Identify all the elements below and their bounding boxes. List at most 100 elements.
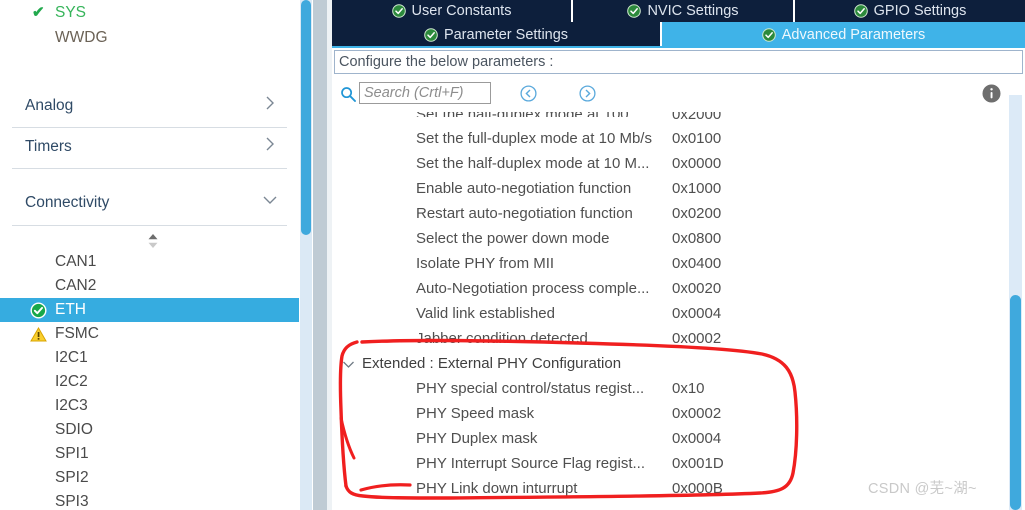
panel-divider <box>313 0 327 510</box>
csdn-watermark: CSDN @芜~湖~ <box>868 481 977 497</box>
peripheral-label: SPI1 <box>55 445 89 462</box>
tab-label: GPIO Settings <box>873 3 967 19</box>
configure-banner: Configure the below parameters : <box>334 50 1023 74</box>
check-icon: ✔ <box>32 4 45 21</box>
search-input-wrapper[interactable] <box>359 82 491 104</box>
table-row[interactable]: Isolate PHY from MII 0x0400 <box>332 251 1025 276</box>
tab-parameter-settings[interactable]: Parameter Settings <box>332 22 662 47</box>
table-row[interactable]: Enable auto-negotiation function 0x1000 <box>332 176 1025 201</box>
tab-nvic-settings[interactable]: NVIC Settings <box>573 0 795 22</box>
chevron-down-icon[interactable] <box>342 358 355 371</box>
parameters-scrollbar-thumb[interactable] <box>1010 295 1021 510</box>
parameter-value: 0x0100 <box>672 130 722 147</box>
parameter-name: Select the power down mode <box>416 230 610 247</box>
parameter-value: 0x0002 <box>672 405 722 422</box>
tab-label: Advanced Parameters <box>781 26 926 43</box>
parameter-name: Set the half-duplex mode at 100 ... <box>416 112 668 117</box>
parameter-value: 0x0000 <box>672 155 722 172</box>
tab-advanced-parameters[interactable]: Advanced Parameters <box>662 22 1025 47</box>
peripheral-label: CAN2 <box>55 277 97 294</box>
sidebar-item-i2c1[interactable]: I2C1 <box>0 346 299 370</box>
sidebar-category-label: Analog <box>25 97 74 114</box>
tabbar-row-2: Parameter Settings Advanced Parameters <box>332 22 1025 47</box>
sidebar-item-i2c3[interactable]: I2C3 <box>0 394 299 418</box>
table-row[interactable]: Valid link established 0x0004 <box>332 301 1025 326</box>
parameter-group-extended[interactable]: Extended : External PHY Configuration <box>332 351 1025 376</box>
parameter-value: 0x000B <box>672 480 723 497</box>
sidebar-category-analog[interactable]: Analog <box>12 87 287 128</box>
tabbar-row-1: User Constants NVIC Settings GPIO Settin… <box>332 0 1025 22</box>
sidebar-item-wwdg[interactable]: WWDG <box>0 25 299 50</box>
sidebar-item-sdio[interactable]: SDIO <box>0 418 299 442</box>
nav-next-icon[interactable] <box>579 85 596 102</box>
parameter-name: PHY Interrupt Source Flag regist... <box>416 455 645 472</box>
sidebar-item-spi3[interactable]: SPI3 <box>0 490 299 510</box>
peripheral-label: SPI2 <box>55 469 89 486</box>
parameter-name: Enable auto-negotiation function <box>416 180 632 197</box>
sidebar-item-eth[interactable]: ETH <box>0 298 299 322</box>
sidebar-category-timers[interactable]: Timers <box>12 128 287 169</box>
parameter-value: 0x0004 <box>672 430 722 447</box>
table-row[interactable]: Auto-Negotiation process comple... 0x002… <box>332 276 1025 301</box>
sidebar-item-label: WWDG <box>55 29 108 46</box>
sidebar-category-connectivity[interactable]: Connectivity <box>12 184 287 226</box>
table-row[interactable]: PHY Duplex mask 0x0004 <box>332 426 1025 451</box>
peripheral-label: SPI3 <box>55 493 89 510</box>
search-toolbar <box>332 80 1025 112</box>
table-row[interactable]: Set the full-duplex mode at 10 Mb/s 0x01… <box>332 126 1025 151</box>
parameter-value: 0x0004 <box>672 305 722 322</box>
peripheral-sidebar: ✔ SYS WWDG Analog Timers Connectivity CA… <box>0 0 299 510</box>
sidebar-category-label: Connectivity <box>25 194 110 211</box>
sidebar-item-spi1[interactable]: SPI1 <box>0 442 299 466</box>
table-row[interactable]: Jabber condition detected 0x0002 <box>332 326 1025 351</box>
sidebar-item-can1[interactable]: CAN1 <box>0 250 299 274</box>
tab-label: User Constants <box>411 3 512 19</box>
green-check-icon <box>853 4 868 18</box>
group-label: Extended : External PHY Configuration <box>362 355 622 372</box>
parameter-value: 0x001D <box>672 455 724 472</box>
sidebar-item-spi2[interactable]: SPI2 <box>0 466 299 490</box>
chevron-right-icon <box>263 96 277 110</box>
peripheral-label: I2C3 <box>55 397 88 414</box>
info-icon[interactable] <box>982 84 1001 103</box>
tab-label: NVIC Settings <box>647 3 739 19</box>
parameter-name: PHY Link down inturrupt <box>416 480 578 497</box>
tab-user-constants[interactable]: User Constants <box>332 0 573 22</box>
sidebar-item-label: SYS <box>55 4 87 21</box>
parameter-value: 0x0400 <box>672 255 722 272</box>
peripheral-label: SDIO <box>55 421 93 438</box>
peripheral-label: I2C1 <box>55 349 88 366</box>
peripheral-list: CAN1 CAN2 ETH FSMC I2C1 I2C2 I2C3 SDIO S… <box>0 250 299 510</box>
tab-gpio-settings[interactable]: GPIO Settings <box>795 0 1025 22</box>
table-row[interactable]: Set the half-duplex mode at 100 ... 0x20… <box>332 112 1025 126</box>
parameter-value: 0x0200 <box>672 205 722 222</box>
table-row[interactable]: Select the power down mode 0x0800 <box>332 226 1025 251</box>
parameter-value: 0x0800 <box>672 230 722 247</box>
table-row[interactable]: PHY Speed mask 0x0002 <box>332 401 1025 426</box>
chevron-down-icon <box>263 193 277 207</box>
table-row[interactable]: PHY special control/status regist... 0x1… <box>332 376 1025 401</box>
sidebar-scrollbar-thumb[interactable] <box>301 0 311 235</box>
parameter-value: 0x10 <box>672 380 705 397</box>
peripheral-label: I2C2 <box>55 373 88 390</box>
sidebar-item-can2[interactable]: CAN2 <box>0 274 299 298</box>
parameter-name: Jabber condition detected <box>416 330 588 347</box>
parameter-name: PHY Speed mask <box>416 405 535 422</box>
table-row[interactable]: Restart auto-negotiation function 0x0200 <box>332 201 1025 226</box>
warning-triangle-icon <box>30 326 47 343</box>
sidebar-item-fsmc[interactable]: FSMC <box>0 322 299 346</box>
sort-updown-icon[interactable] <box>144 232 162 250</box>
search-input[interactable] <box>360 83 490 103</box>
parameter-value: 0x2000 <box>672 112 722 123</box>
parameter-name: Valid link established <box>416 305 555 322</box>
green-check-icon <box>627 4 642 18</box>
nav-prev-icon[interactable] <box>520 85 537 102</box>
green-check-icon <box>424 27 438 42</box>
table-row[interactable]: PHY Interrupt Source Flag regist... 0x00… <box>332 451 1025 476</box>
peripheral-label: CAN1 <box>55 253 97 270</box>
table-row[interactable]: Set the half-duplex mode at 10 M... 0x00… <box>332 151 1025 176</box>
parameter-name: Set the full-duplex mode at 10 Mb/s <box>416 130 652 147</box>
sidebar-item-sys[interactable]: ✔ SYS <box>0 0 299 25</box>
sidebar-item-i2c2[interactable]: I2C2 <box>0 370 299 394</box>
cubemx-window: ✔ SYS WWDG Analog Timers Connectivity CA… <box>0 0 1025 510</box>
